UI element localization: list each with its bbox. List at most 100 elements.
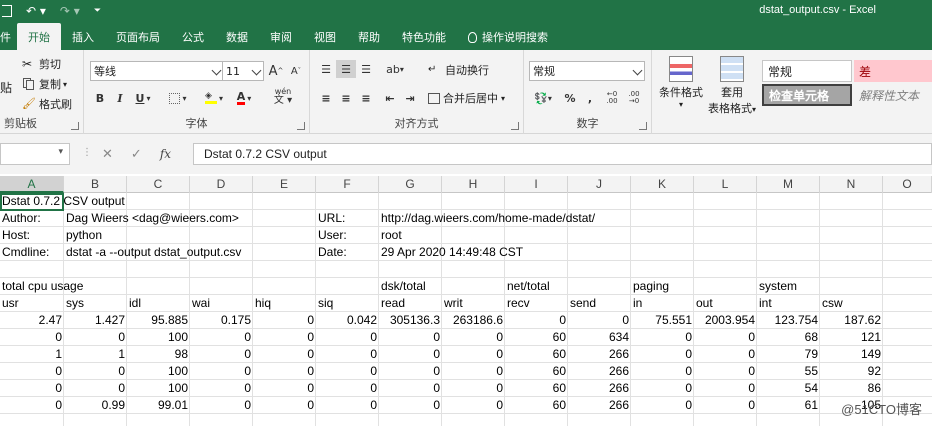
cell-h12[interactable]: 0 bbox=[442, 380, 505, 397]
cell-n11[interactable]: 92 bbox=[820, 363, 883, 380]
cell-f11[interactable]: 0 bbox=[316, 363, 379, 380]
save-icon[interactable] bbox=[2, 5, 12, 17]
cell-i8[interactable]: 0 bbox=[505, 312, 568, 329]
cell-j7[interactable]: send bbox=[568, 295, 598, 312]
tab-help[interactable]: 帮助 bbox=[347, 24, 391, 50]
decrease-indent-button[interactable]: ⇤ bbox=[380, 89, 400, 107]
column-header-k[interactable]: K bbox=[631, 176, 694, 193]
cell-a7[interactable]: usr bbox=[0, 295, 21, 312]
cell-l12[interactable]: 0 bbox=[694, 380, 757, 397]
cell-b8[interactable]: 1.427 bbox=[64, 312, 127, 329]
alignment-launcher-icon[interactable] bbox=[511, 122, 519, 130]
cell-b12[interactable]: 0 bbox=[64, 380, 127, 397]
cell-h13[interactable]: 0 bbox=[442, 397, 505, 414]
cell-g11[interactable]: 0 bbox=[379, 363, 442, 380]
cell-e11[interactable]: 0 bbox=[253, 363, 316, 380]
cell-b9[interactable]: 0 bbox=[64, 329, 127, 346]
cell-b13[interactable]: 0.99 bbox=[64, 397, 127, 414]
cell-f13[interactable]: 0 bbox=[316, 397, 379, 414]
number-format-combo[interactable]: 常规 bbox=[529, 61, 645, 81]
underline-button[interactable]: U ▾ bbox=[130, 89, 156, 107]
cell-m7[interactable]: int bbox=[757, 295, 774, 312]
cell-l13[interactable]: 0 bbox=[694, 397, 757, 414]
enter-icon[interactable]: ✓ bbox=[131, 147, 142, 162]
cell-a3[interactable]: Host: bbox=[0, 227, 32, 244]
tab-view[interactable]: 视图 bbox=[303, 24, 347, 50]
cell-a2[interactable]: Author: bbox=[0, 210, 43, 227]
shrink-font-button[interactable]: Aˇ bbox=[286, 62, 306, 80]
cell-a10[interactable]: 1 bbox=[0, 346, 64, 363]
cell-j12[interactable]: 266 bbox=[568, 380, 631, 397]
align-center-button[interactable]: ≡ bbox=[336, 89, 356, 107]
cell-c11[interactable]: 100 bbox=[127, 363, 190, 380]
align-bottom-button[interactable]: ☰ bbox=[356, 60, 376, 78]
cell-i6[interactable]: net/total bbox=[505, 278, 552, 295]
cell-i11[interactable]: 60 bbox=[505, 363, 568, 380]
cell-c13[interactable]: 99.01 bbox=[127, 397, 190, 414]
undo-icon[interactable]: ↶ ▾ bbox=[26, 4, 46, 18]
tab-file[interactable]: 件 bbox=[0, 24, 17, 50]
cell-l10[interactable]: 0 bbox=[694, 346, 757, 363]
column-header-f[interactable]: F bbox=[316, 176, 379, 193]
cell-a8[interactable]: 2.47 bbox=[0, 312, 64, 329]
column-header-c[interactable]: C bbox=[127, 176, 190, 193]
cell-f9[interactable]: 0 bbox=[316, 329, 379, 346]
cell-d13[interactable]: 0 bbox=[190, 397, 253, 414]
column-header-m[interactable]: M bbox=[757, 176, 820, 193]
cell-d9[interactable]: 0 bbox=[190, 329, 253, 346]
cell-d12[interactable]: 0 bbox=[190, 380, 253, 397]
cell-j8[interactable]: 0 bbox=[568, 312, 631, 329]
cell-a11[interactable]: 0 bbox=[0, 363, 64, 380]
column-header-d[interactable]: D bbox=[190, 176, 253, 193]
cell-j10[interactable]: 266 bbox=[568, 346, 631, 363]
cell-g2[interactable]: http://dag.wieers.com/home-made/dstat/ bbox=[379, 210, 597, 227]
column-header-j[interactable]: J bbox=[568, 176, 631, 193]
tab-formulas[interactable]: 公式 bbox=[171, 24, 215, 50]
cell-f10[interactable]: 0 bbox=[316, 346, 379, 363]
cell-n12[interactable]: 86 bbox=[820, 380, 883, 397]
cell-f3[interactable]: User: bbox=[316, 227, 349, 244]
column-header-n[interactable]: N bbox=[820, 176, 883, 193]
style-explanatory[interactable]: 解释性文本 bbox=[854, 84, 932, 106]
tab-review[interactable]: 审阅 bbox=[259, 24, 303, 50]
font-name-combo[interactable]: 等线 bbox=[90, 61, 224, 81]
cell-k12[interactable]: 0 bbox=[631, 380, 694, 397]
cell-a12[interactable]: 0 bbox=[0, 380, 64, 397]
cell-h7[interactable]: writ bbox=[442, 295, 465, 312]
tab-page-layout[interactable]: 页面布局 bbox=[105, 24, 171, 50]
cell-k6[interactable]: paging bbox=[631, 278, 671, 295]
cell-n8[interactable]: 187.62 bbox=[820, 312, 883, 329]
cell-c12[interactable]: 100 bbox=[127, 380, 190, 397]
cell-e12[interactable]: 0 bbox=[253, 380, 316, 397]
cell-f2[interactable]: URL: bbox=[316, 210, 347, 227]
orientation-button[interactable]: ab ▾ bbox=[382, 60, 408, 78]
bold-button[interactable]: B bbox=[90, 89, 110, 107]
increase-indent-button[interactable]: ⇥ bbox=[400, 89, 420, 107]
cell-m9[interactable]: 68 bbox=[757, 329, 820, 346]
cell-a6[interactable]: total cpu usage bbox=[0, 278, 85, 295]
cell-b7[interactable]: sys bbox=[64, 295, 86, 312]
copy-button[interactable]: 复制 ▾ bbox=[22, 75, 67, 93]
name-box[interactable]: ▾ bbox=[0, 143, 70, 165]
cell-g8[interactable]: 305136.3 bbox=[379, 312, 442, 329]
cell-f12[interactable]: 0 bbox=[316, 380, 379, 397]
cell-e10[interactable]: 0 bbox=[253, 346, 316, 363]
cell-d8[interactable]: 0.175 bbox=[190, 312, 253, 329]
increase-decimal-button[interactable]: ←0.00 bbox=[602, 89, 622, 107]
cell-h9[interactable]: 0 bbox=[442, 329, 505, 346]
paste-button[interactable]: 贴 bbox=[0, 78, 12, 96]
wrap-text-button[interactable]: ↵ 自动换行 bbox=[428, 61, 489, 79]
borders-button[interactable]: ▾ bbox=[164, 89, 192, 107]
cell-l9[interactable]: 0 bbox=[694, 329, 757, 346]
font-size-combo[interactable]: 11 bbox=[222, 61, 264, 81]
accounting-format-button[interactable]: 💱 ▾ bbox=[529, 89, 557, 107]
format-as-table-button[interactable]: 套用 表格格式▾ bbox=[704, 56, 760, 116]
cell-k9[interactable]: 0 bbox=[631, 329, 694, 346]
cell-n7[interactable]: csw bbox=[820, 295, 845, 312]
cell-l8[interactable]: 2003.954 bbox=[694, 312, 757, 329]
column-header-i[interactable]: I bbox=[505, 176, 568, 193]
cell-a13[interactable]: 0 bbox=[0, 397, 64, 414]
cell-k7[interactable]: in bbox=[631, 295, 644, 312]
font-launcher-icon[interactable] bbox=[297, 122, 305, 130]
cell-b2[interactable]: Dag Wieers <dag@wieers.com> bbox=[64, 210, 241, 227]
